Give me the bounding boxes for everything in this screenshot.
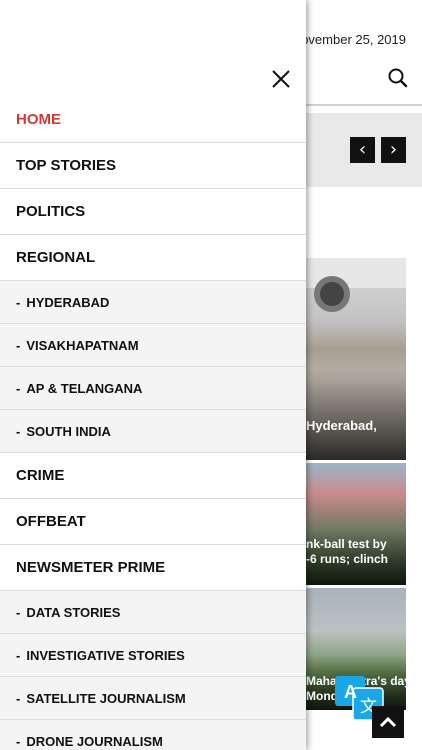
menu-item-label: POLITICS (16, 203, 86, 220)
submenu-bullet: - (16, 733, 21, 749)
menu-item-label: SOUTH INDIA (26, 423, 111, 439)
menu-item-top-stories[interactable]: TOP STORIES (0, 143, 306, 189)
menu-item-label: DATA STORIES (26, 604, 121, 620)
svg-text:A: A (344, 682, 357, 702)
menu-item-label: AP & TELANGANA (26, 380, 143, 396)
card-headline: Hyderabad, (306, 418, 377, 433)
menu-item-label: TOP STORIES (16, 157, 117, 174)
menu-item-south-india[interactable]: - SOUTH INDIA (0, 410, 306, 453)
card-shade (306, 369, 406, 460)
card-image-detail (314, 276, 350, 312)
menu-item-data-stories[interactable]: - DATA STORIES (0, 591, 306, 634)
menu-item-satellite-journalism[interactable]: - SATELLITE JOURNALISM (0, 677, 306, 720)
submenu-bullet: - (16, 690, 21, 706)
menu-item-label: INVESTIGATIVE STORIES (26, 647, 185, 663)
close-drawer-button[interactable] (270, 68, 292, 90)
menu-item-label: DRONE JOURNALISM (26, 733, 163, 749)
slider-prev-button[interactable]: ‹ (350, 137, 375, 163)
navigation-drawer: HOME TOP STORIES POLITICS REGIONAL - HYDERABA… (0, 0, 306, 750)
submenu-bullet: - (16, 647, 21, 663)
menu-item-drone-journalism[interactable]: - DRONE JOURNALISM (0, 720, 306, 750)
card-headline-line: nk-ball test by (306, 537, 387, 551)
menu-item-label: CRIME (16, 467, 65, 484)
menu-item-visakhapatnam[interactable]: - VISAKHAPATNAM (0, 324, 306, 367)
menu-item-crime[interactable]: CRIME (0, 453, 306, 499)
menu-item-hyderabad[interactable]: - HYDERABAD (0, 281, 306, 324)
menu-item-label: REGIONAL (16, 249, 96, 266)
news-card[interactable]: Hyderabad, (306, 258, 406, 460)
search-button[interactable] (386, 66, 410, 90)
search-icon (388, 68, 408, 88)
menu-item-politics[interactable]: POLITICS (0, 189, 306, 235)
submenu-bullet: - (16, 380, 21, 396)
menu-item-label: NEWSMETER PRIME (16, 559, 166, 576)
menu-item-home[interactable]: HOME (0, 97, 306, 143)
close-icon (272, 70, 290, 88)
submenu-bullet: - (16, 337, 21, 353)
drawer-menu: HOME TOP STORIES POLITICS REGIONAL - HYDERABA… (0, 97, 306, 750)
menu-item-label: SATELLITE JOURNALISM (26, 690, 186, 706)
chevron-up-icon (379, 716, 397, 728)
menu-item-newsmeter-prime[interactable]: NEWSMETER PRIME (0, 545, 306, 591)
date-label: November 25, 2019 (291, 32, 406, 47)
menu-item-ap-telangana[interactable]: - AP & TELANGANA (0, 367, 306, 410)
submenu-bullet: - (16, 604, 21, 620)
menu-item-label: VISAKHAPATNAM (26, 337, 139, 353)
menu-item-label: HYDERABAD (26, 294, 110, 310)
menu-item-regional[interactable]: REGIONAL (0, 235, 306, 281)
menu-item-label: HOME (16, 111, 61, 128)
card-headline-line: -6 runs; clinch (306, 552, 389, 566)
slider-next-button[interactable]: › (381, 137, 406, 163)
scroll-top-button[interactable] (372, 706, 404, 738)
menu-item-label: OFFBEAT (16, 513, 86, 530)
menu-item-investigative-stories[interactable]: - INVESTIGATIVE STORIES (0, 634, 306, 677)
card-headline: nk-ball test by -6 runs; clinch (306, 537, 388, 567)
menu-item-offbeat[interactable]: OFFBEAT (0, 499, 306, 545)
header-divider (306, 104, 422, 106)
submenu-bullet: - (16, 423, 21, 439)
submenu-bullet: - (16, 294, 21, 310)
news-card[interactable]: nk-ball test by -6 runs; clinch (306, 463, 406, 585)
